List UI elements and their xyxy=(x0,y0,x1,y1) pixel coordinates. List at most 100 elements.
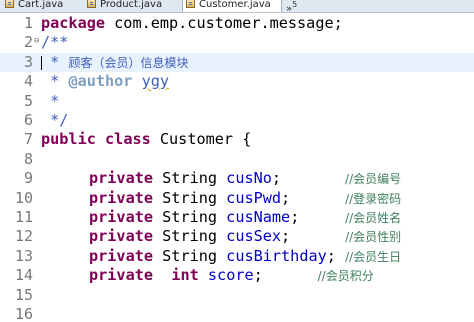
line-comment: //会员姓名 xyxy=(345,211,402,225)
tab-label: Product.java xyxy=(100,0,163,10)
code-line: 4 * @author ygy xyxy=(0,72,474,91)
keyword: private xyxy=(89,169,154,188)
javadoc-open: /** xyxy=(41,33,69,52)
code-line: 10 private String cusPwd; //登录密码 xyxy=(0,189,474,208)
field-type: String xyxy=(153,208,227,226)
field-type: String xyxy=(153,227,227,246)
line-number: 3 xyxy=(23,52,33,71)
javadoc-close: */ xyxy=(41,111,69,129)
field-type: String xyxy=(153,246,227,265)
code-editor[interactable]: 1 package com.emp.customer.message; 2 ⊖ … xyxy=(0,13,474,322)
field-type: String xyxy=(153,188,227,207)
code-line: 1 package com.emp.customer.message; xyxy=(0,14,474,33)
line-number: 11 xyxy=(14,208,33,226)
field-name: cusNo xyxy=(226,169,272,188)
code-line: 14 private int score; //会员积分 xyxy=(0,266,474,285)
line-number: 10 xyxy=(14,188,33,207)
code-line: 8 xyxy=(0,150,474,169)
code-line: 7 public class Customer { xyxy=(0,130,474,149)
line-number: 13 xyxy=(14,246,33,265)
javadoc-description: 顾客（会员）信息模块 xyxy=(68,55,189,70)
keyword: private xyxy=(89,246,154,265)
field-declaration: private String cusPwd; //登录密码 xyxy=(89,189,401,209)
line-number: 2 xyxy=(23,33,33,52)
field-terminator: ; xyxy=(253,266,318,285)
line-number: 15 xyxy=(14,285,33,304)
class-name: Customer { xyxy=(150,130,252,149)
code-line-current: 3 * 顾客（会员）信息模块 xyxy=(0,52,474,73)
java-file-icon xyxy=(87,0,96,8)
field-terminator: ; xyxy=(281,188,346,207)
keyword: private xyxy=(89,266,154,285)
field-declaration: private int score; //会员积分 xyxy=(89,266,374,286)
keyword: private xyxy=(89,188,154,207)
line-number: 1 xyxy=(23,14,33,32)
tab-customer-java[interactable]: Customer.java ✕ xyxy=(182,0,282,12)
code-line: 5 * xyxy=(0,92,474,111)
line-number: 16 xyxy=(14,305,33,322)
line-number: 8 xyxy=(23,149,33,168)
line-number: 6 xyxy=(23,111,33,129)
javadoc-author-tag: @author xyxy=(68,72,133,91)
line-number: 4 xyxy=(23,72,33,91)
editor-tab-bar: Cart.java Product.java Customer.java ✕ »… xyxy=(0,0,474,13)
line-number: 14 xyxy=(14,266,33,285)
javadoc-text: * @author ygy xyxy=(41,72,169,91)
tab-overflow-button[interactable]: »5 xyxy=(286,0,297,12)
line-comment: //会员编号 xyxy=(345,172,402,187)
line-comment: //会员生日 xyxy=(345,249,402,264)
code-line: 16 xyxy=(0,305,474,322)
field-terminator: ; xyxy=(290,208,346,226)
field-name: cusName xyxy=(226,208,291,226)
tab-label: Cart.java xyxy=(18,0,64,10)
field-terminator: ; xyxy=(281,227,346,246)
line-number: 5 xyxy=(23,91,33,110)
javadoc-author-value: ygy xyxy=(141,72,170,91)
line-comment: //登录密码 xyxy=(345,191,402,206)
hidden-tab-count: 5 xyxy=(292,0,298,9)
line-number: 7 xyxy=(23,130,33,149)
code-line: 12 private String cusSex; //会员性别 xyxy=(0,227,474,246)
keyword: private xyxy=(89,208,154,226)
keyword: int xyxy=(171,266,199,285)
java-editor-window: Cart.java Product.java Customer.java ✕ »… xyxy=(0,0,474,322)
class-declaration: public class Customer { xyxy=(41,130,251,149)
tab-product-java[interactable]: Product.java xyxy=(84,0,180,12)
field-name: cusBirthday xyxy=(226,246,327,265)
field-terminator: ; xyxy=(326,246,346,265)
keyword: private xyxy=(89,227,154,246)
keyword: public xyxy=(41,130,96,149)
field-name: cusSex xyxy=(226,227,282,246)
code-line: 13 private String cusBirthday; //会员生日 xyxy=(0,247,474,266)
tab-label: Customer.java xyxy=(199,0,271,10)
field-name: cusPwd xyxy=(226,188,282,207)
field-declaration: private String cusBirthday; //会员生日 xyxy=(89,247,401,267)
code-text: package com.emp.customer.message; xyxy=(41,14,343,33)
line-number: 9 xyxy=(23,169,33,188)
code-line: 9 private String cusNo; //会员编号 xyxy=(0,169,474,188)
code-line: 15 xyxy=(0,286,474,305)
code-line: 11 private String cusName; //会员姓名 xyxy=(0,208,474,227)
line-comment: //会员性别 xyxy=(345,230,402,245)
javadoc-prefix: * xyxy=(41,72,69,91)
code-line: 2 ⊖ /** xyxy=(0,33,474,52)
code-line: 6 */ xyxy=(0,111,474,130)
java-file-icon xyxy=(186,0,195,8)
field-name: score xyxy=(207,266,254,285)
field-terminator: ; xyxy=(271,169,346,188)
javadoc-space xyxy=(132,72,141,90)
field-declaration: private String cusName; //会员姓名 xyxy=(89,208,401,228)
javadoc-prefix: * xyxy=(41,52,69,71)
field-declaration: private String cusNo; //会员编号 xyxy=(89,169,401,189)
line-comment: //会员积分 xyxy=(317,269,374,284)
keyword: class xyxy=(105,130,151,149)
field-declaration: private String cusSex; //会员性别 xyxy=(89,227,401,247)
keyword: package xyxy=(41,14,106,32)
package-name: com.emp.customer.message; xyxy=(105,14,343,32)
field-type: String xyxy=(153,169,227,188)
java-file-icon xyxy=(5,0,14,8)
line-number: 12 xyxy=(14,227,33,246)
javadoc-text: * 顾客（会员）信息模块 xyxy=(41,53,188,73)
javadoc-text: * xyxy=(41,91,60,110)
tab-cart-java[interactable]: Cart.java xyxy=(2,0,80,12)
